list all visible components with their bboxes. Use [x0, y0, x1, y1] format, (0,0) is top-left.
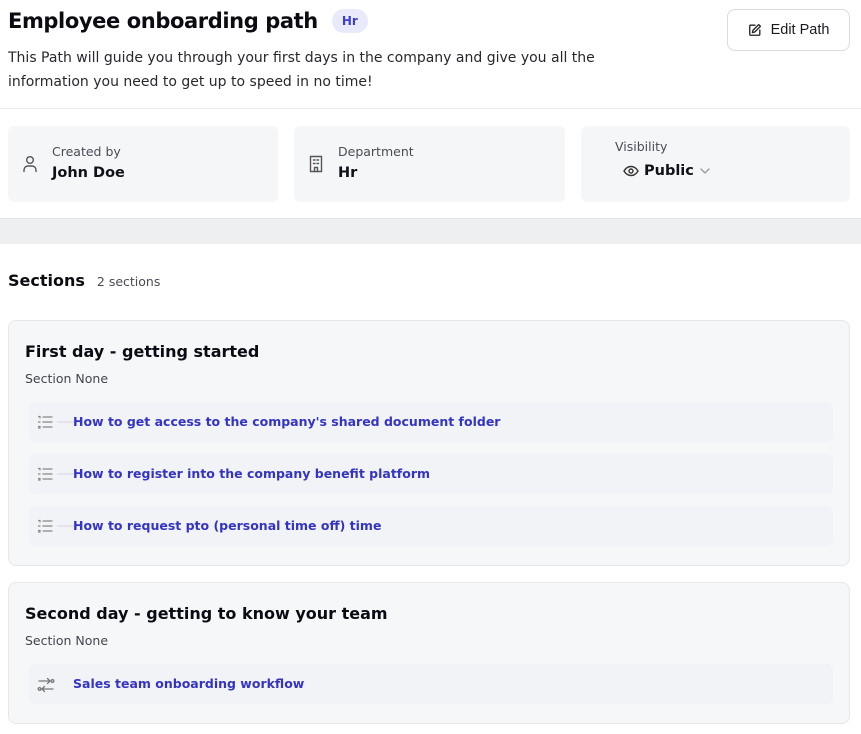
visibility-select[interactable]: Public: [623, 163, 710, 179]
section-item[interactable]: How to get access to the company's share…: [29, 402, 833, 442]
section-card: Second day - getting to know your team S…: [8, 582, 850, 724]
list-icon: [37, 519, 53, 533]
building-icon: [309, 155, 323, 173]
sections-header: Sections 2 sections: [8, 271, 160, 290]
visibility-label: Visibility: [615, 139, 668, 154]
created-by-value: John Doe: [52, 165, 125, 181]
section-card: First day - getting started Section None…: [8, 320, 850, 566]
visibility-card: Visibility Public: [581, 126, 850, 202]
visibility-value: Public: [644, 163, 694, 179]
list-icon: [37, 415, 53, 429]
department-tag: Hr: [331, 9, 368, 33]
section-title: Second day - getting to know your team: [25, 604, 388, 623]
list-icon: [37, 467, 53, 481]
department-label: Department: [338, 144, 414, 159]
path-description: This Path will guide you through your fi…: [8, 50, 595, 90]
section-item[interactable]: How to request pto (personal time off) t…: [29, 506, 833, 546]
sections-count: 2 sections: [96, 274, 161, 289]
edit-icon: [748, 23, 761, 36]
item-link[interactable]: How to get access to the company's share…: [73, 414, 500, 429]
section-item[interactable]: Sales team onboarding workflow: [29, 664, 833, 704]
user-icon: [23, 156, 37, 173]
eye-icon: [623, 165, 639, 177]
workflow-icon: [37, 677, 55, 693]
section-title: First day - getting started: [25, 342, 260, 361]
edit-path-label: Edit Path: [770, 22, 830, 38]
item-link[interactable]: How to register into the company benefit…: [73, 466, 430, 481]
department-value: Hr: [338, 165, 358, 181]
page-title: Employee onboarding path: [8, 9, 318, 33]
sections-title: Sections: [8, 271, 85, 290]
section-subtitle: Section None: [25, 371, 109, 386]
edit-path-button[interactable]: Edit Path: [727, 9, 850, 51]
created-by-label: Created by: [52, 144, 121, 159]
department-card: Department Hr: [294, 126, 565, 202]
section-item[interactable]: How to register into the company benefit…: [29, 454, 833, 494]
chevron-down-icon: [700, 168, 710, 174]
divider-band: [0, 218, 861, 244]
item-link[interactable]: Sales team onboarding workflow: [73, 676, 304, 691]
item-link[interactable]: How to request pto (personal time off) t…: [73, 518, 381, 533]
page-header: Employee onboarding path Hr This Path wi…: [0, 0, 861, 109]
section-subtitle: Section None: [25, 633, 109, 648]
title-row: Employee onboarding path Hr: [8, 9, 368, 33]
created-by-card: Created by John Doe: [8, 126, 278, 202]
